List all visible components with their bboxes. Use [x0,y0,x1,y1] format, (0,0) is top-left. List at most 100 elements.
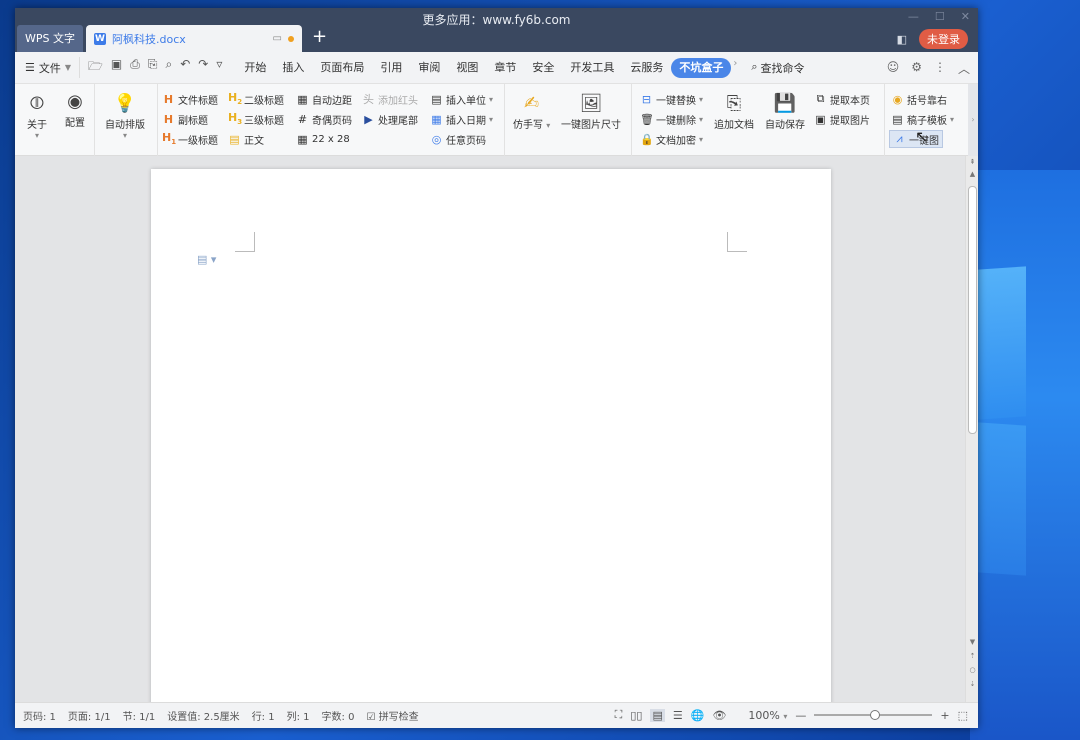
prev-page-icon[interactable]: ⇡ [966,652,978,660]
imitate-handwriting-button[interactable]: ✍ 仿手写 ▾ [513,90,550,132]
status-page-number[interactable]: 页码: 1 [23,708,56,723]
vertical-scrollbar[interactable]: ⇞ ▲ ▼ ⇡ ○ ⇣ [965,156,978,702]
export-pdf-icon[interactable]: ⎙ [130,57,140,78]
command-search[interactable]: ⌕ 查找命令 [751,60,804,76]
status-column[interactable]: 列: 1 [287,708,310,723]
insert-unit-button[interactable]: ▤ 插入单位 ▾ [430,90,493,108]
undo-icon[interactable]: ↶ [180,57,190,78]
page-view-icon[interactable]: ▤ [650,708,665,722]
eye-protect-icon[interactable]: 👁 [712,709,726,722]
insert-date-button[interactable]: ▦ 插入日期 ▾ [430,110,493,128]
redo-icon[interactable]: ↷ [198,57,208,78]
zoom-slider[interactable] [814,710,933,720]
fullscreen-icon[interactable]: ⛶ [615,708,623,722]
zoom-level[interactable]: 100% ▾ [748,709,787,722]
tab-start[interactable]: 开始 [236,58,274,78]
encrypt-label: 文档加密 [656,135,696,147]
tab-document[interactable]: W 阿枫科技.docx ▭ [86,25,302,52]
collapse-ribbon-icon[interactable]: ︿ [958,60,970,77]
new-tab-button[interactable]: + [312,27,327,47]
print-icon[interactable]: ⎘ [148,57,158,78]
outline-view-icon[interactable]: ☰ [673,709,683,722]
process-tail-button[interactable]: ▶ 处理尾部 [362,110,418,128]
auto-layout-label: 自动排版 [105,120,145,131]
scrollbar-thumb[interactable] [968,186,977,434]
next-page-icon[interactable]: ⇣ [966,680,978,688]
tab-security[interactable]: 安全 [524,58,562,78]
one-click-replace-button[interactable]: ⊟ 一键替换 ▾ [640,90,703,108]
read-mode-icon[interactable]: ▯▯ [630,709,642,722]
status-word-count[interactable]: 字数: 0 [322,708,355,723]
paragraph-options-icon[interactable]: ▤ ▾ [197,253,216,266]
select-browse-icon[interactable]: ○ [966,666,978,674]
auto-margin-button[interactable]: ▦ 自动边距 [296,90,352,108]
tab-review[interactable]: 审阅 [410,58,448,78]
grid-size-button[interactable]: ▦ 22 x 28 [296,130,349,148]
tab-page-layout[interactable]: 页面布局 [312,58,372,78]
status-pages[interactable]: 页面: 1/1 [68,708,111,723]
template-button[interactable]: ▤ 稿子模板 ▾ [891,110,954,128]
body-text-button[interactable]: ▤ 正文 [228,130,264,148]
any-page-button[interactable]: ◎ 任意页码 [430,130,486,148]
doc-title-button[interactable]: H 文件标题 [162,90,218,108]
feedback-icon[interactable]: ☺ [887,60,900,77]
extract-image-button[interactable]: ▣ 提取图片 [814,110,870,128]
status-section[interactable]: 节: 1/1 [123,708,156,723]
web-view-icon[interactable]: 🌐 [691,709,705,722]
save-icon[interactable]: ▣ [111,57,122,78]
open-folder-icon[interactable]: 🗁 [88,57,103,78]
zoom-out-icon[interactable]: — [795,709,806,722]
monitor-icon[interactable]: ▭ [273,33,282,44]
spell-check-button[interactable]: ☑ 拼写检查 [366,708,418,723]
scroll-top-icon[interactable]: ⇞ [966,158,978,166]
login-button[interactable]: 未登录 [919,29,968,49]
one-click-delete-button[interactable]: 🗑 一键删除 ▾ [640,110,703,128]
tab-dev-tools[interactable]: 开发工具 [562,58,622,78]
customize-dropdown-icon[interactable]: ▿ [216,57,222,78]
tab-wps-home[interactable]: WPS 文字 [17,25,83,52]
extract-page-button[interactable]: ⧉ 提取本页 [814,90,870,108]
minimize-icon[interactable]: — [908,10,919,23]
print-preview-icon[interactable]: ⌕ [165,57,172,78]
window-layout-icon[interactable]: ◧ [897,33,907,46]
fit-window-icon[interactable]: ⬚ [958,709,968,722]
grid-icon: ▦ [297,132,308,146]
append-doc-button[interactable]: ⎘ 追加文档 [714,90,754,132]
auto-layout-button[interactable]: 💡 自动排版 ▾ [105,90,145,141]
bracket-right-button[interactable]: ◉ 括号靠右 [891,90,947,108]
tab-cloud[interactable]: 云服务 [622,58,671,78]
image-size-button[interactable]: 🖼 一键图片尺寸 [561,90,621,132]
tab-bukeng-box[interactable]: 不坑盒子 [671,57,732,78]
encrypt-button[interactable]: 🔒 文档加密 ▾ [640,130,703,148]
config-button[interactable]: ◉ 配置 [61,88,89,130]
more-icon[interactable]: ⋮ [934,60,946,77]
zoom-slider-knob[interactable] [870,710,881,720]
h1-button[interactable]: H1 一级标题 [162,130,218,148]
zoom-in-icon[interactable]: + [940,709,949,722]
template-icon: ▤ [892,112,903,126]
scroll-up-icon[interactable]: ▲ [966,170,978,178]
odd-even-page-button[interactable]: # 奇偶页码 [296,110,352,128]
document-canvas[interactable]: ▤ ▾ [15,156,965,702]
subtitle-button[interactable]: H 副标题 [162,110,208,128]
ribbon-scroll-right-icon[interactable]: › [968,84,978,156]
about-button[interactable]: ⦷ 关于 ▾ [23,90,51,141]
add-header-button[interactable]: 头添加红头 [362,90,418,108]
maximize-icon[interactable]: ☐ [935,10,945,23]
close-icon[interactable]: ✕ [961,10,970,23]
delete-label: 一键删除 [656,115,696,127]
h2-button[interactable]: H2 二级标题 [228,90,284,108]
file-menu[interactable]: ☰ 文件 ▼ [25,60,71,76]
tabs-scroll-right-icon[interactable]: › [733,58,737,78]
tab-view[interactable]: 视图 [448,58,486,78]
tab-chapter[interactable]: 章节 [486,58,524,78]
document-page[interactable]: ▤ ▾ [151,169,831,702]
status-row[interactable]: 行: 1 [252,708,275,723]
status-setting[interactable]: 设置值: 2.5厘米 [167,708,239,723]
tab-reference[interactable]: 引用 [372,58,410,78]
tab-insert[interactable]: 插入 [274,58,312,78]
h3-button[interactable]: H3 三级标题 [228,110,284,128]
gear-icon[interactable]: ⚙ [911,60,922,77]
auto-save-button[interactable]: 💾 自动保存 [765,90,805,132]
scroll-down-icon[interactable]: ▼ [966,638,978,646]
